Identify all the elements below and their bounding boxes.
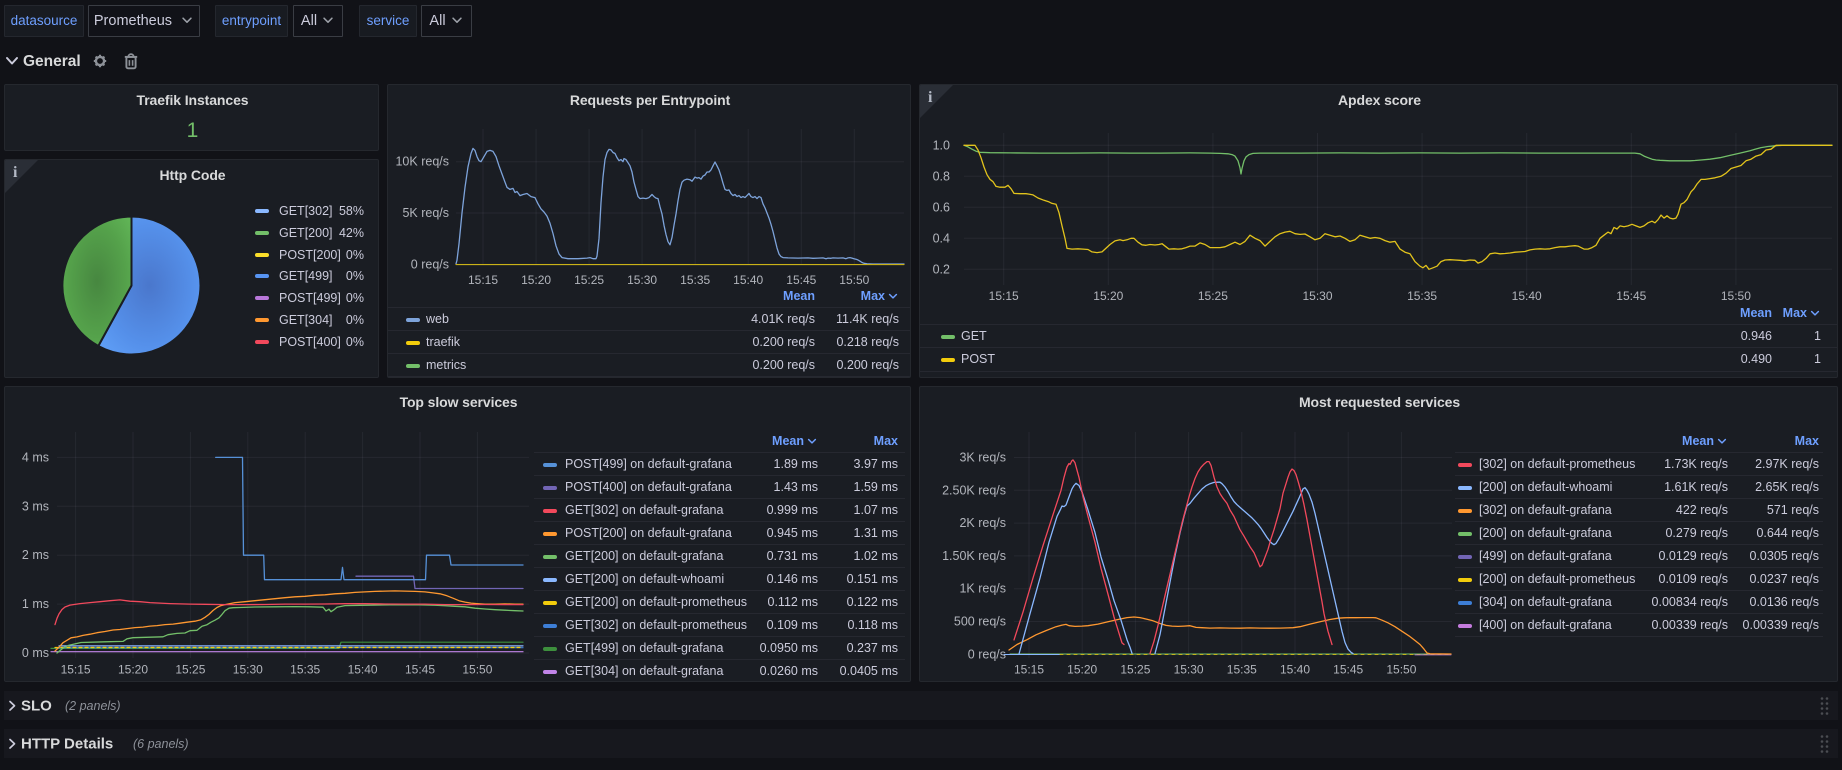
svg-text:15:35: 15:35 xyxy=(1227,663,1257,677)
svg-text:0.4: 0.4 xyxy=(933,231,950,245)
svg-text:15:50: 15:50 xyxy=(1721,289,1751,303)
svg-text:SLO: SLO xyxy=(21,698,52,715)
svg-text:15:15: 15:15 xyxy=(989,289,1019,303)
svg-text:15:20: 15:20 xyxy=(118,663,148,677)
svg-text:15:25: 15:25 xyxy=(1198,289,1228,303)
svg-text:15:15: 15:15 xyxy=(468,273,498,287)
svg-text:15:15: 15:15 xyxy=(1014,663,1044,677)
svg-text:15:45: 15:45 xyxy=(1616,289,1646,303)
svg-text:0.8: 0.8 xyxy=(933,169,950,183)
svg-text:15:50: 15:50 xyxy=(462,663,492,677)
svg-text:15:45: 15:45 xyxy=(1333,663,1363,677)
svg-text:15:35: 15:35 xyxy=(680,273,710,287)
svg-text:15:20: 15:20 xyxy=(521,273,551,287)
svg-text:2K req/s: 2K req/s xyxy=(959,516,1006,530)
svg-text:15:35: 15:35 xyxy=(1407,289,1437,303)
svg-text:(2 panels): (2 panels) xyxy=(65,699,121,713)
svg-text:3 ms: 3 ms xyxy=(22,499,49,513)
svg-text:0.2: 0.2 xyxy=(933,262,950,276)
svg-text:15:40: 15:40 xyxy=(1280,663,1310,677)
svg-text:15:45: 15:45 xyxy=(405,663,435,677)
svg-text:1K req/s: 1K req/s xyxy=(959,582,1006,596)
svg-text:10K req/s: 10K req/s xyxy=(395,155,449,169)
svg-text:15:30: 15:30 xyxy=(1174,663,1204,677)
svg-text:4 ms: 4 ms xyxy=(22,450,49,464)
svg-text:15:15: 15:15 xyxy=(61,663,91,677)
svg-text:2 ms: 2 ms xyxy=(22,548,49,562)
svg-text:5K req/s: 5K req/s xyxy=(402,206,449,220)
svg-text:1 ms: 1 ms xyxy=(22,597,49,611)
svg-text:15:35: 15:35 xyxy=(290,663,320,677)
svg-text:15:30: 15:30 xyxy=(233,663,263,677)
svg-text:15:30: 15:30 xyxy=(627,273,657,287)
svg-text:15:40: 15:40 xyxy=(1512,289,1542,303)
svg-text:15:40: 15:40 xyxy=(348,663,378,677)
svg-text:2.50K req/s: 2.50K req/s xyxy=(942,483,1006,497)
svg-text:15:25: 15:25 xyxy=(1120,663,1150,677)
svg-text:500 req/s: 500 req/s xyxy=(954,615,1006,629)
svg-text:15:30: 15:30 xyxy=(1302,289,1332,303)
svg-text:0.6: 0.6 xyxy=(933,200,950,214)
svg-text:15:40: 15:40 xyxy=(733,273,763,287)
svg-text:15:25: 15:25 xyxy=(574,273,604,287)
svg-text:1.50K req/s: 1.50K req/s xyxy=(942,549,1006,563)
svg-text:0 req/s: 0 req/s xyxy=(968,647,1006,661)
svg-text:1.0: 1.0 xyxy=(933,138,950,152)
svg-text:(6 panels): (6 panels) xyxy=(133,737,189,751)
svg-text:General: General xyxy=(23,53,81,70)
svg-text:3K req/s: 3K req/s xyxy=(959,451,1006,465)
svg-text:15:20: 15:20 xyxy=(1067,663,1097,677)
svg-text:15:25: 15:25 xyxy=(175,663,205,677)
svg-text:15:20: 15:20 xyxy=(1093,289,1123,303)
svg-text:15:50: 15:50 xyxy=(1386,663,1416,677)
svg-text:0 ms: 0 ms xyxy=(22,646,49,660)
svg-text:HTTP Details: HTTP Details xyxy=(21,736,113,753)
svg-text:0 req/s: 0 req/s xyxy=(411,257,449,271)
